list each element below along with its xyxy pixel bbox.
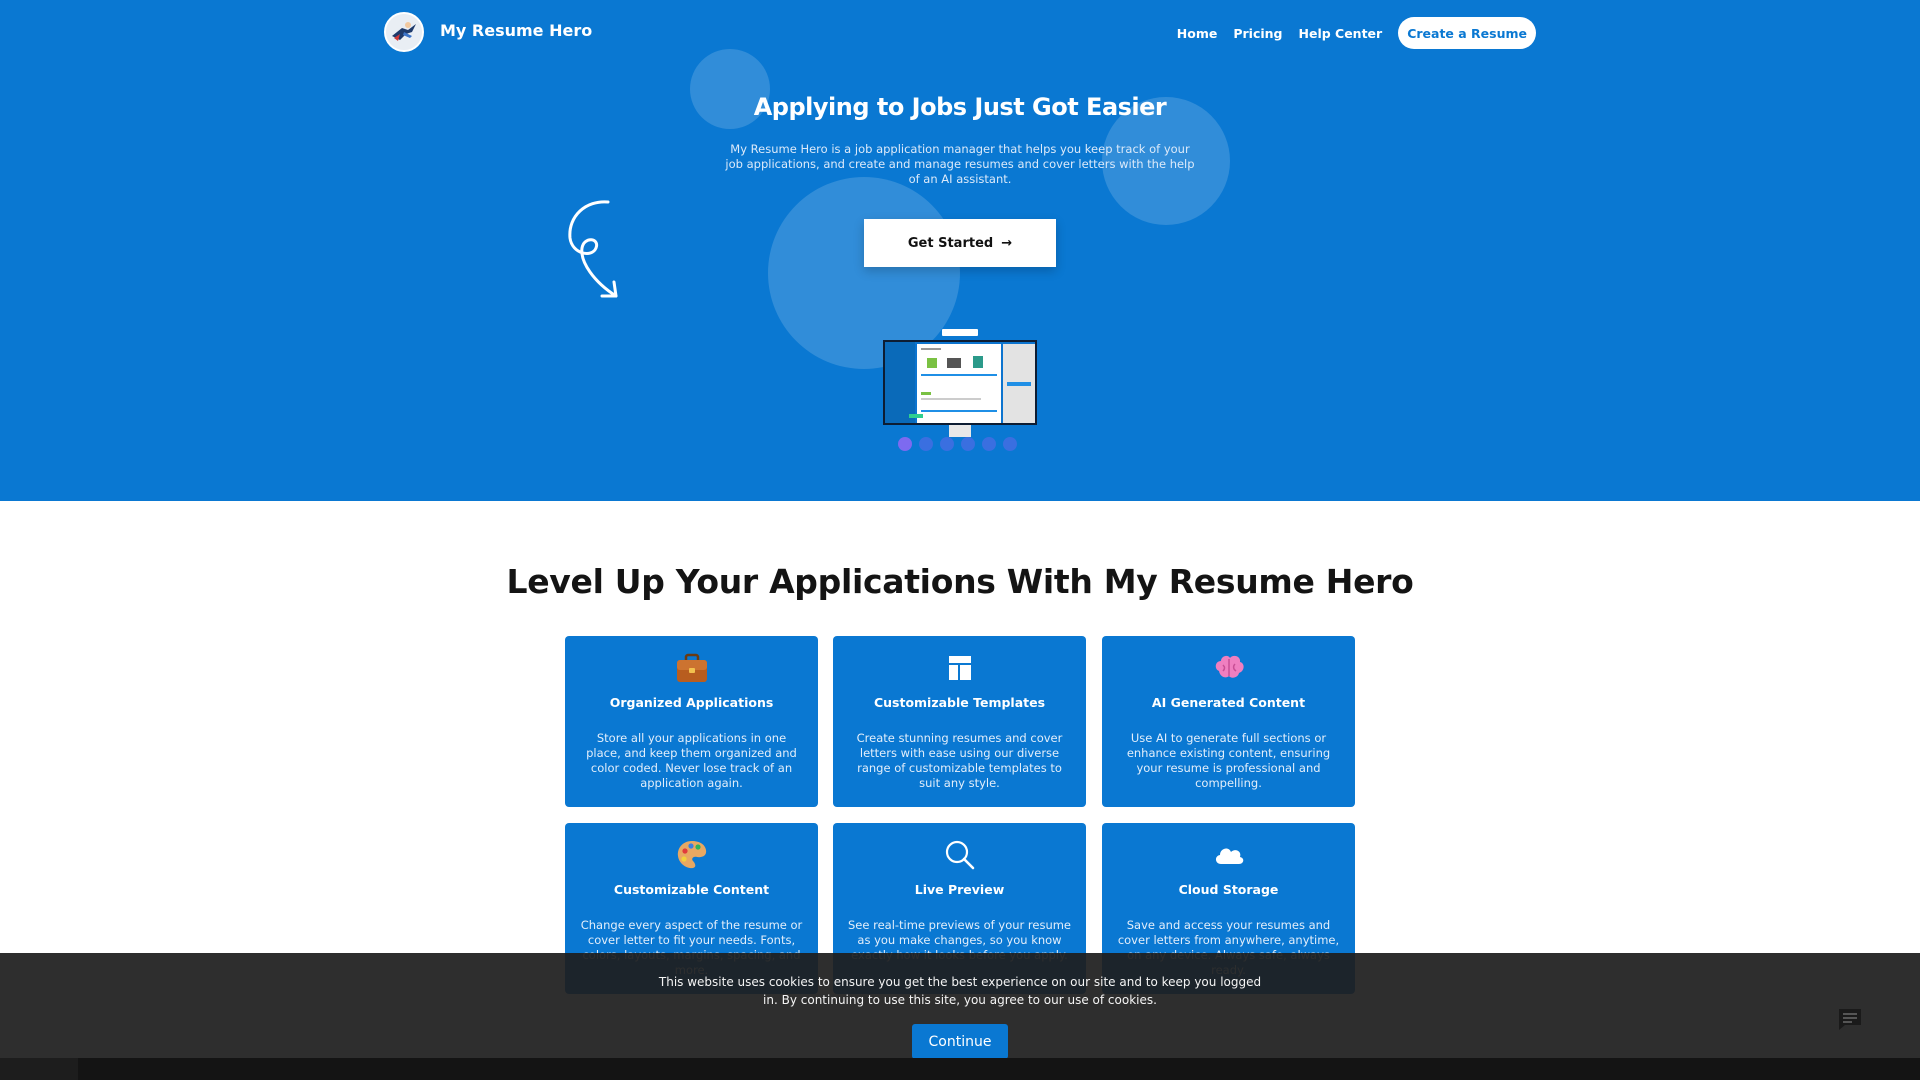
brand-logo-icon[interactable]: [384, 12, 424, 52]
brain-icon: [1215, 655, 1244, 678]
briefcase-icon: [676, 653, 707, 682]
hero-section: My Resume Hero Home Pricing Help Center …: [0, 0, 1920, 501]
nav-link-help-center[interactable]: Help Center: [1299, 26, 1383, 41]
nav-link-home[interactable]: Home: [1177, 26, 1218, 41]
arrow-right-icon: →: [1001, 235, 1013, 251]
cookie-banner: This website uses cookies to ensure you …: [0, 953, 1920, 1059]
nav-links: Home Pricing Help Center Create a Resume: [1161, 17, 1536, 49]
curly-arrow-icon: [568, 200, 618, 298]
brand-name[interactable]: My Resume Hero: [440, 21, 592, 40]
carousel-dot[interactable]: [961, 437, 975, 451]
top-navigation: My Resume Hero Home Pricing Help Center …: [384, 12, 1536, 52]
feature-card-ai-generated-content: AI Generated Content Use AI to generate …: [1102, 636, 1355, 807]
feature-card-text: Use AI to generate full sections or enha…: [1126, 731, 1331, 790]
app-preview-screenshot: [883, 340, 1037, 425]
feature-card-text: Create stunning resumes and cover letter…: [856, 731, 1063, 790]
page-footer: [0, 1058, 1920, 1080]
feature-card-title: Customizable Templates: [873, 695, 1046, 710]
cookie-message: This website uses cookies to ensure you …: [658, 975, 1262, 1007]
create-resume-button[interactable]: Create a Resume: [1398, 17, 1536, 49]
feature-card-title: Cloud Storage: [1178, 882, 1279, 897]
cookie-continue-button[interactable]: Continue: [912, 1024, 1008, 1059]
palette-icon: [677, 841, 706, 869]
layout-icon: [948, 656, 971, 680]
feature-card-text: Store all your applications in one place…: [586, 731, 797, 790]
nav-link-pricing[interactable]: Pricing: [1233, 26, 1282, 41]
feature-card-customizable-templates: Customizable Templates Create stunning r…: [833, 636, 1086, 807]
get-started-button[interactable]: Get Started →: [864, 219, 1056, 267]
feature-card-title: Live Preview: [914, 882, 1005, 897]
feature-card-title: Organized Applications: [609, 695, 774, 710]
hero-subtitle: My Resume Hero is a job application mana…: [725, 142, 1195, 186]
carousel-dot[interactable]: [982, 437, 996, 451]
footer-block: [0, 1058, 78, 1080]
carousel-dots: [898, 437, 1024, 451]
chat-icon[interactable]: [1837, 1007, 1863, 1031]
feature-card-title: AI Generated Content: [1151, 695, 1306, 710]
feature-card-title: Customizable Content: [613, 882, 770, 897]
get-started-label: Get Started: [907, 235, 994, 251]
feature-card-organized-applications: Organized Applications Store all your ap…: [565, 636, 818, 807]
carousel-dot[interactable]: [940, 437, 954, 451]
carousel-dot[interactable]: [1003, 437, 1017, 451]
hero-title: Applying to Jobs Just Got Easier: [753, 93, 1167, 121]
carousel-dot[interactable]: [898, 437, 912, 451]
monitor-stand: [949, 425, 971, 437]
preview-tab: [942, 329, 978, 336]
magnifier-icon: [945, 840, 974, 870]
features-title: Level Up Your Applications With My Resum…: [506, 562, 1414, 601]
cloud-icon: [1215, 848, 1243, 864]
carousel-dot[interactable]: [919, 437, 933, 451]
